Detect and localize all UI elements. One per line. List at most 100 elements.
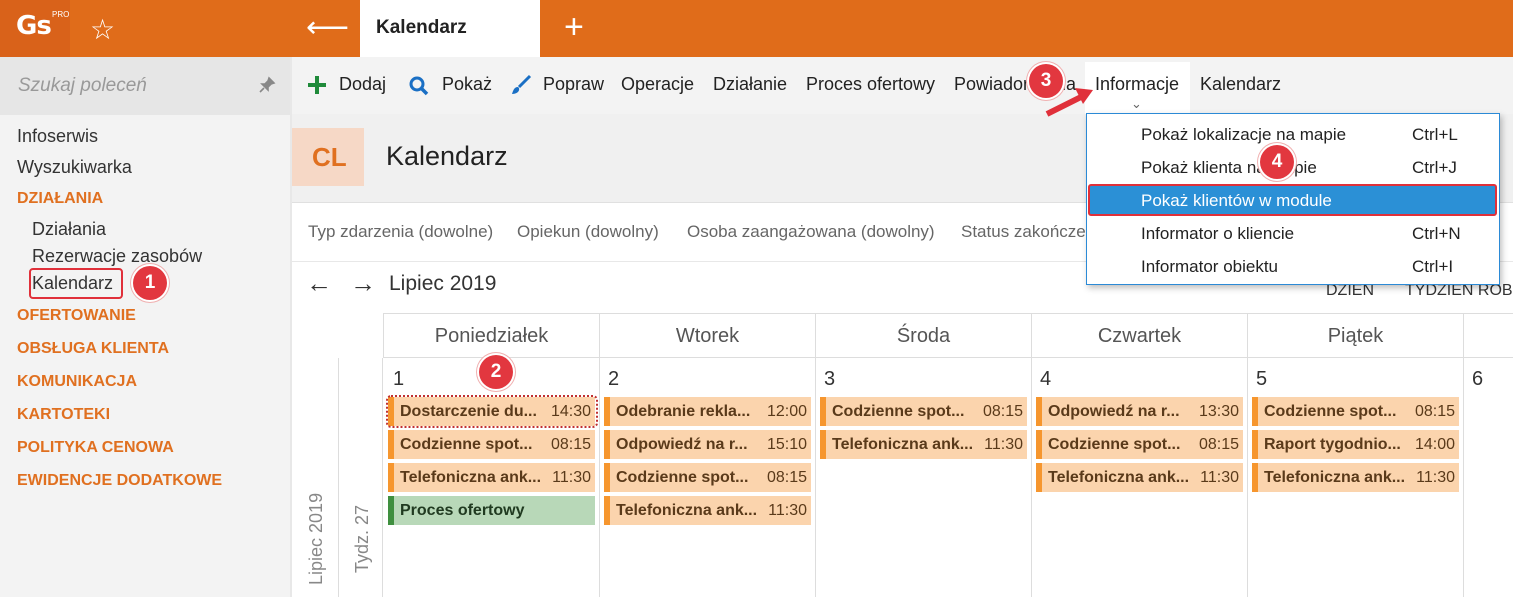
toolbar-kalendarz-button[interactable]: Kalendarz (1200, 74, 1281, 95)
calendar-event[interactable]: Codzienne spot... 08:15 (1036, 430, 1243, 459)
day-number[interactable]: 4 (1040, 368, 1051, 391)
filter-opiekun[interactable]: Opiekun (dowolny) (517, 222, 659, 242)
event-time: 11:30 (768, 502, 807, 519)
calendar-event[interactable]: Odebranie rekla... 12:00 (604, 397, 811, 426)
event-title: Codzienne spot... (832, 403, 965, 420)
step-badge: 1 (133, 266, 167, 300)
event-time: 15:10 (766, 436, 807, 453)
page-title: Kalendarz (386, 141, 508, 171)
event-title: Proces ofertowy (400, 502, 525, 519)
day-header-mon: Poniedziałek (383, 313, 599, 358)
day-header-fri: Piątek (1247, 313, 1463, 358)
column-divider (1463, 358, 1464, 597)
sidebar-section-obsluga[interactable]: OBSŁUGA KLIENTA (17, 340, 169, 358)
favorite-star-icon[interactable]: ☆ (90, 13, 115, 46)
day-number[interactable]: 3 (824, 368, 835, 391)
event-time: 08:15 (982, 403, 1023, 420)
dropdown-item-informator-obiekt[interactable]: Informator obiektu (1141, 257, 1278, 277)
sidebar-section-polityka[interactable]: POLITYKA CENOWA (17, 439, 174, 457)
event-title: Telefoniczna ank... (1264, 469, 1406, 486)
column-divider (1247, 358, 1248, 597)
sidebar-section-ewidencje[interactable]: EWIDENCJE DODATKOWE (17, 472, 222, 490)
column-divider (815, 358, 816, 597)
calendar-event[interactable]: Raport tygodnio... 14:00 (1252, 430, 1459, 459)
calendar-event[interactable]: Odpowiedź na r... 13:30 (1036, 397, 1243, 426)
side-month-label: Lipiec 2019 (306, 492, 326, 585)
toolbar-dzialanie-button[interactable]: Działanie (713, 74, 787, 95)
search-icon (408, 75, 430, 102)
day-number[interactable]: 6 (1472, 368, 1483, 391)
sidebar-item-wyszukiwarka[interactable]: Wyszukiwarka (17, 157, 132, 178)
event-title: Odebranie rekla... (616, 403, 751, 420)
calendar-event[interactable]: Codzienne spot... 08:15 (604, 463, 811, 492)
sidebar-section-ofertowanie[interactable]: OFERTOWANIE (17, 307, 136, 325)
back-arrow-icon[interactable]: ⟵ (306, 10, 349, 45)
sidebar-item-kalendarz[interactable]: Kalendarz (32, 273, 113, 294)
dropdown-shortcut: Ctrl+N (1412, 224, 1461, 243)
event-time: 11:30 (1416, 469, 1455, 486)
logo-text: Gs (16, 11, 52, 41)
dropdown-shortcut: Ctrl+J (1412, 158, 1457, 177)
dropdown-item-klienci-w-module[interactable]: Pokaż klientów w module (1141, 191, 1332, 211)
event-time: 12:00 (766, 403, 807, 420)
tab-label: Kalendarz (376, 17, 467, 38)
event-time: 08:15 (550, 436, 591, 453)
top-bar (0, 0, 1513, 57)
step-badge: 2 (479, 355, 513, 389)
day-number[interactable]: 2 (608, 368, 619, 391)
sidebar-section-dzialania[interactable]: DZIAŁANIA (17, 190, 103, 208)
side-week-label: Tydz. 27 (352, 504, 372, 573)
pin-icon[interactable] (258, 76, 276, 99)
event-time: 08:15 (1414, 403, 1455, 420)
event-time: 11:30 (984, 436, 1023, 453)
column-divider (1031, 358, 1032, 597)
dropdown-item-lokalizacje[interactable]: Pokaż lokalizacje na mapie (1141, 125, 1346, 145)
toolbar-operacje-button[interactable]: Operacje (621, 74, 694, 95)
event-title: Codzienne spot... (400, 436, 533, 453)
day-number[interactable]: 5 (1256, 368, 1267, 391)
prev-month-arrow-icon[interactable]: ← (306, 268, 332, 299)
event-time: 14:00 (1414, 436, 1455, 453)
calendar-event[interactable]: Telefoniczna ank... 11:30 (1036, 463, 1243, 492)
filter-osoba[interactable]: Osoba zaangażowana (dowolny) (687, 222, 935, 242)
toolbar-proces-button[interactable]: Proces ofertowy (806, 74, 935, 95)
filter-typ-zdarzenia[interactable]: Typ zdarzenia (dowolne) (308, 222, 493, 242)
event-title: Odpowiedź na r... (1048, 403, 1180, 420)
calendar-event[interactable]: Telefoniczna ank... 11:30 (1252, 463, 1459, 492)
add-tab-plus-icon[interactable]: + (564, 8, 584, 47)
sidebar-section-komunikacja[interactable]: KOMUNIKACJA (17, 373, 137, 391)
calendar-event[interactable]: Telefoniczna ank... 11:30 (388, 463, 595, 492)
toolbar-pokaz-button[interactable]: Pokaż (442, 74, 492, 95)
sidebar-item-infoserwis[interactable]: Infoserwis (17, 126, 98, 147)
step-badge: 3 (1029, 64, 1063, 98)
filter-status[interactable]: Status zakończenia (961, 222, 1085, 242)
search-placeholder: Szukaj poleceń (18, 75, 147, 96)
calendar-event[interactable]: Codzienne spot... 08:15 (1252, 397, 1459, 426)
day-number[interactable]: 1 (393, 368, 404, 391)
calendar-event[interactable]: Codzienne spot... 08:15 (820, 397, 1027, 426)
day-header-thu: Czwartek (1031, 313, 1247, 358)
calendar-event[interactable]: Telefoniczna ank... 11:30 (604, 496, 811, 525)
event-title: Telefoniczna ank... (616, 502, 758, 519)
calendar-event[interactable]: Proces ofertowy (388, 496, 595, 525)
day-header-sat (1463, 313, 1513, 358)
calendar-event[interactable]: Telefoniczna ank... 11:30 (820, 430, 1027, 459)
toolbar-dodaj-button[interactable]: Dodaj (339, 74, 386, 95)
event-title: Telefoniczna ank... (400, 469, 542, 486)
sidebar-item-rezerwacje[interactable]: Rezerwacje zasobów (32, 246, 202, 267)
toolbar-informacje-button[interactable]: Informacje (1095, 74, 1179, 95)
next-month-arrow-icon[interactable]: → (350, 268, 376, 299)
dropdown-item-informator-klient[interactable]: Informator o kliencie (1141, 224, 1294, 244)
toolbar-popraw-button[interactable]: Popraw (543, 74, 604, 95)
module-code: CL (312, 142, 347, 172)
sidebar-section-kartoteki[interactable]: KARTOTEKI (17, 406, 110, 424)
step-badge: 4 (1260, 145, 1294, 179)
sidebar-item-dzialania[interactable]: Działania (32, 219, 106, 240)
event-time: 08:15 (1198, 436, 1239, 453)
event-time: 13:30 (1198, 403, 1239, 420)
calendar-event[interactable]: Odpowiedź na r... 15:10 (604, 430, 811, 459)
calendar-event[interactable]: Codzienne spot... 08:15 (388, 430, 595, 459)
brush-icon (510, 74, 532, 101)
event-title: Codzienne spot... (616, 469, 749, 486)
month-label: Lipiec 2019 (389, 272, 497, 295)
